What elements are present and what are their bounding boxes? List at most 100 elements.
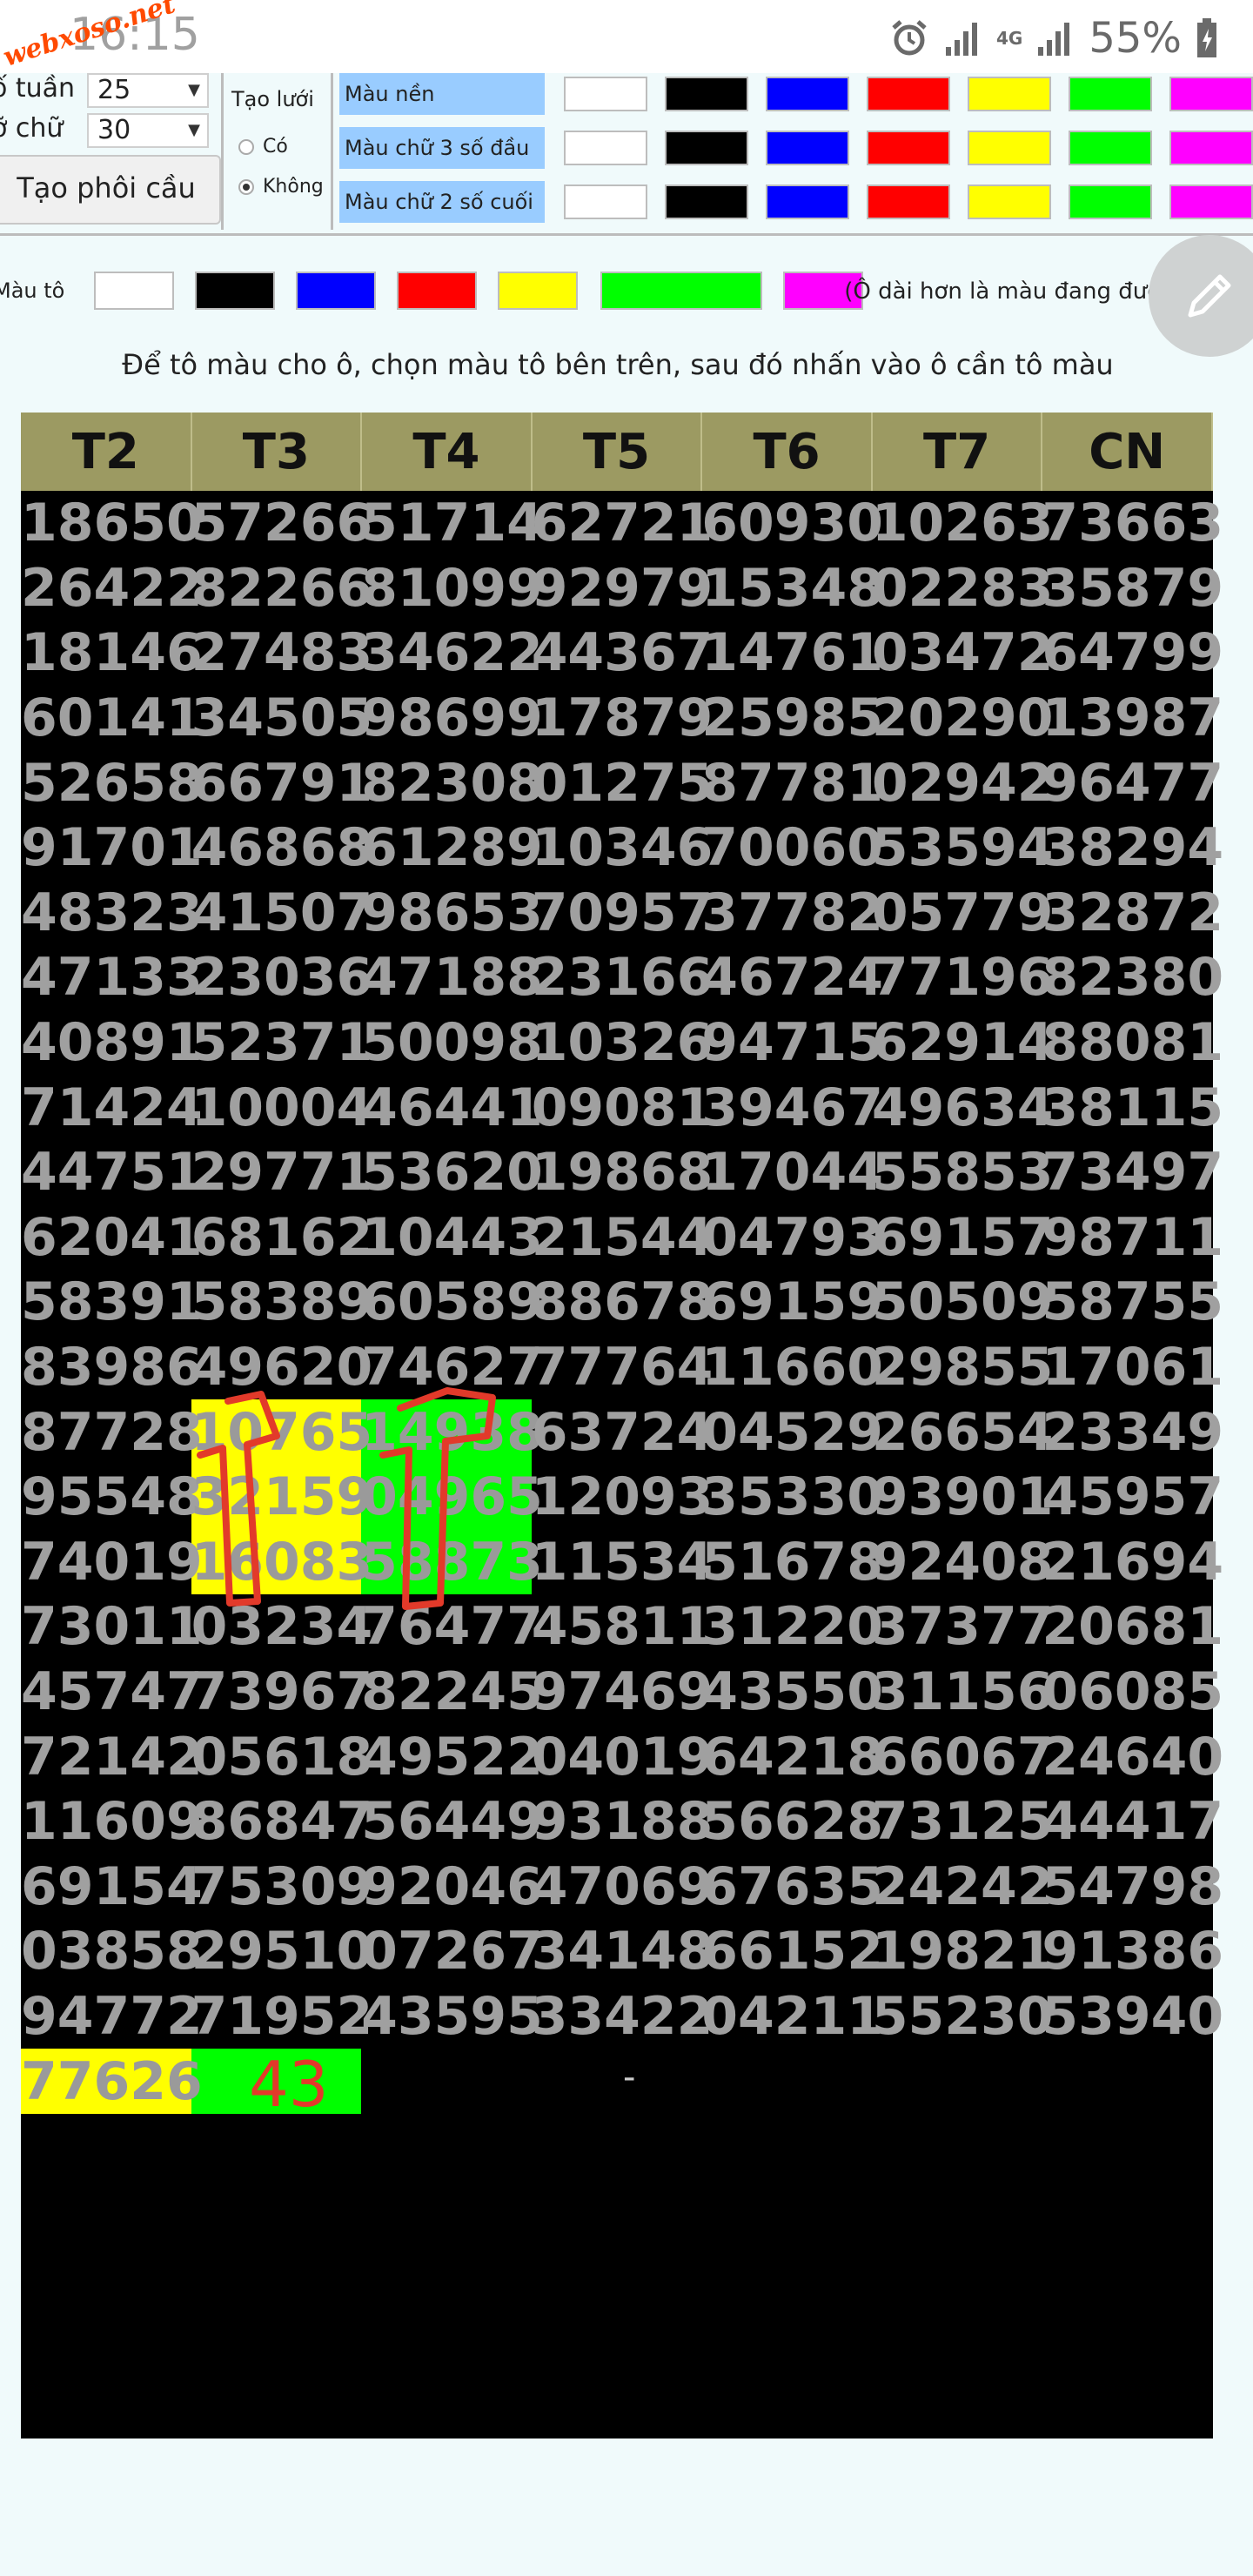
result-cell[interactable]: 60930 [701,491,883,556]
result-cell[interactable]: 47188 [361,945,543,1010]
result-cell[interactable]: 77196 [872,945,1054,1010]
grid-off-option[interactable]: Không [238,176,324,198]
result-cell[interactable]: 10765 [191,1399,372,1465]
result-cell[interactable]: 26654 [872,1399,1054,1465]
result-cell[interactable]: 40891 [21,1010,203,1076]
result-cell[interactable]: 17061 [1042,1335,1223,1400]
result-cell[interactable]: 14761 [701,621,883,686]
swatch-yellow[interactable] [968,131,1051,165]
result-cell[interactable]: 91701 [21,815,203,881]
result-cell[interactable]: 73125 [872,1789,1054,1855]
result-cell[interactable]: 44367 [532,621,714,686]
result-cell[interactable]: 24640 [1042,1724,1223,1789]
result-cell[interactable]: 69157 [872,1205,1054,1271]
swatch-red[interactable] [867,184,950,219]
result-cell[interactable]: 53620 [361,1140,543,1205]
result-cell[interactable]: 19821 [872,1919,1054,1984]
generate-button[interactable]: Tạo phôi cầu [0,155,221,225]
result-cell[interactable]: 74019 [21,1530,203,1595]
result-cell[interactable]: 70957 [532,881,714,946]
result-cell[interactable]: 77626 [21,2049,203,2114]
result-cell[interactable]: 52658 [21,750,203,815]
result-cell[interactable]: 98711 [1042,1205,1223,1271]
result-cell[interactable]: 12093 [532,1465,714,1530]
result-cell[interactable]: 01275 [532,750,714,815]
result-cell[interactable]: 94772 [21,1984,203,2049]
result-cell[interactable]: 50509 [872,1270,1054,1335]
swatch-black[interactable] [665,184,748,219]
result-cell[interactable]: 88678 [532,1270,714,1335]
result-cell[interactable]: 44417 [1042,1789,1223,1855]
result-cell[interactable]: 05618 [191,1724,373,1789]
result-cell[interactable]: 14938 [361,1399,543,1465]
result-cell[interactable]: 18650 [21,491,203,556]
result-cell[interactable]: 25985 [701,686,883,751]
result-cell[interactable]: 21694 [1042,1530,1223,1595]
result-cell[interactable]: 56628 [701,1789,883,1855]
result-cell[interactable]: 83986 [21,1335,203,1400]
result-cell[interactable]: 29771 [191,1140,373,1205]
result-cell[interactable]: 93901 [872,1465,1054,1530]
result-cell[interactable]: 53594 [872,815,1054,881]
result-cell[interactable]: 67635 [701,1854,883,1919]
result-cell[interactable]: 75309 [191,1854,373,1919]
result-cell[interactable]: 21544 [532,1205,714,1271]
result-cell[interactable]: 44751 [21,1140,203,1205]
result-cell[interactable]: 02283 [872,556,1054,621]
result-cell[interactable]: 29510 [191,1919,373,1984]
result-cell[interactable]: 73011 [21,1594,203,1660]
result-cell[interactable]: 81099 [361,556,543,621]
result-cell[interactable]: 91386 [1042,1919,1223,1984]
result-cell[interactable]: 82266 [191,556,373,621]
radio-grid-off[interactable] [238,178,254,195]
swatch-yellow[interactable] [968,77,1051,111]
result-cell[interactable]: 49620 [191,1335,373,1400]
result-cell[interactable]: 92046 [361,1854,543,1919]
result-cell[interactable]: 26422 [21,556,203,621]
result-cell[interactable]: 03472 [872,621,1054,686]
result-cell[interactable]: 60141 [21,686,203,751]
result-cell[interactable]: 62721 [532,491,714,556]
result-cell[interactable]: 07267 [361,1919,543,1984]
result-cell[interactable]: 73497 [1042,1140,1223,1205]
result-cell[interactable]: 37377 [872,1594,1054,1660]
result-cell[interactable]: 98653 [361,881,543,946]
result-cell[interactable]: 45957 [1042,1465,1223,1530]
result-cell[interactable]: 34505 [191,686,373,751]
result-cell[interactable]: 29855 [872,1335,1054,1400]
swatch-green[interactable] [1069,77,1152,111]
result-cell[interactable]: 04211 [701,1984,883,2049]
result-cell[interactable]: 53940 [1042,1984,1223,2049]
result-cell[interactable]: 97469 [532,1660,714,1725]
swatch-red[interactable] [867,77,950,111]
result-cell[interactable] [532,2049,702,2114]
result-cell[interactable]: 31220 [701,1594,883,1660]
result-cell[interactable]: 56449 [361,1789,543,1855]
result-cell[interactable]: 47133 [21,945,203,1010]
result-cell[interactable]: 50098 [361,1010,543,1076]
result-cell[interactable]: 68162 [191,1205,373,1271]
result-cell[interactable]: 72142 [21,1724,203,1789]
result-cell[interactable]: 45747 [21,1660,203,1725]
result-cell[interactable]: 06085 [1042,1660,1223,1725]
result-cell[interactable]: 55853 [872,1140,1054,1205]
result-cell[interactable]: 34148 [532,1919,714,1984]
result-cell[interactable]: 60589 [361,1270,543,1335]
result-cell[interactable]: 18146 [21,621,203,686]
result-cell[interactable]: 35879 [1042,556,1223,621]
result-cell[interactable]: 20681 [1042,1594,1223,1660]
result-cell[interactable]: 58755 [1042,1270,1223,1335]
result-cell[interactable]: 62914 [872,1010,1054,1076]
result-cell[interactable]: 46441 [361,1075,543,1140]
result-cell[interactable]: 27483 [191,621,373,686]
result-cell[interactable]: 24242 [872,1854,1054,1919]
result-cell[interactable]: 32159 [191,1464,372,1530]
grid-on-option[interactable]: Có [238,136,288,158]
result-cell[interactable]: 54798 [1042,1854,1223,1919]
result-cell[interactable]: 46724 [701,945,883,1010]
swatch-white[interactable] [564,131,647,165]
result-cell[interactable]: 05779 [872,881,1054,946]
paint-swatch-black[interactable] [195,272,275,310]
result-cell[interactable]: 37782 [701,881,883,946]
result-cell[interactable]: 10004 [191,1075,373,1140]
